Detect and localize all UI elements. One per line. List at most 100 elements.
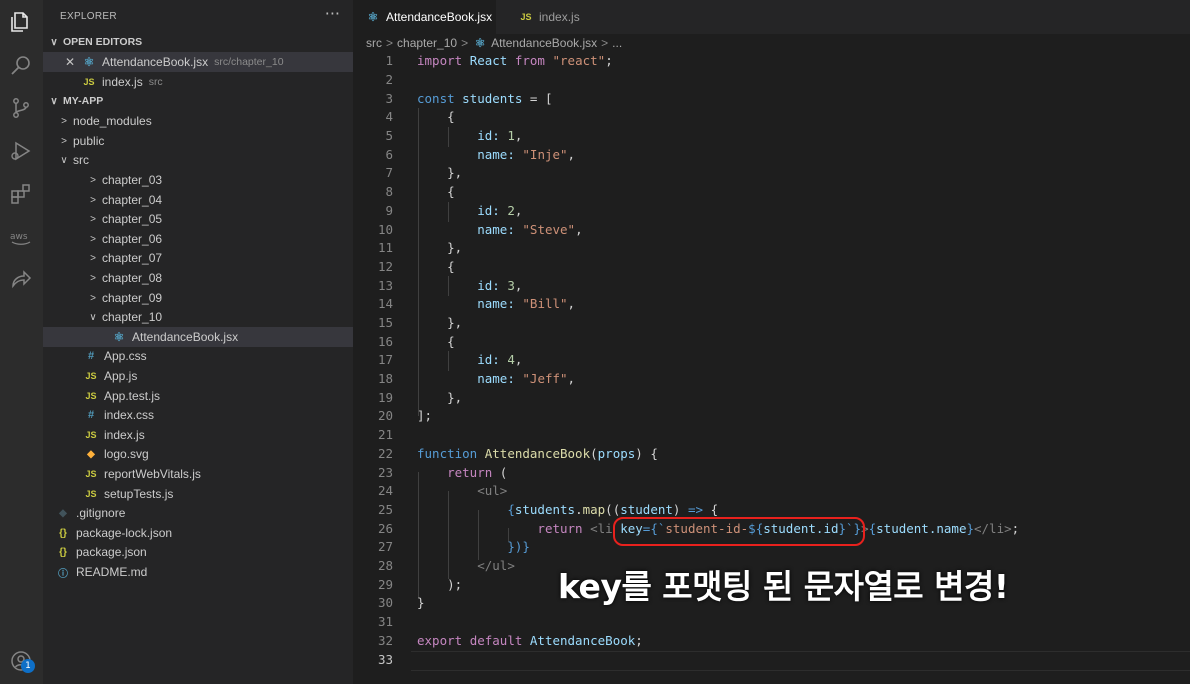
explorer-header: EXPLORER bbox=[60, 11, 117, 22]
chevron-right-icon: > bbox=[461, 36, 469, 50]
explorer-icon[interactable] bbox=[8, 9, 34, 35]
line-number: 15 bbox=[377, 315, 393, 330]
line-number: 17 bbox=[377, 352, 393, 367]
code-line: name: "Steve", bbox=[477, 222, 583, 237]
tree-folder[interactable]: ∨ src bbox=[43, 150, 353, 170]
breadcrumb-item[interactable]: ... bbox=[612, 36, 622, 50]
tree-label: src bbox=[73, 153, 89, 167]
chevron-right-icon: > bbox=[90, 174, 96, 186]
current-line-highlight bbox=[411, 651, 1190, 671]
code-line: import React from "react"; bbox=[417, 53, 613, 68]
breadcrumb-item[interactable]: src bbox=[366, 36, 382, 50]
tree-label: node_modules bbox=[73, 114, 152, 128]
open-editor-item[interactable]: JS index.js src bbox=[43, 72, 353, 92]
code-line: {students.map((student) => { bbox=[507, 502, 719, 517]
code-line: id: 4, bbox=[477, 352, 523, 367]
breadcrumb-item[interactable]: AttendanceBook.jsx bbox=[491, 36, 597, 50]
chevron-down-icon: ∨ bbox=[89, 311, 97, 323]
tree-file[interactable]: JS App.test.js bbox=[43, 386, 353, 406]
line-number: 25 bbox=[377, 502, 393, 517]
run-debug-icon[interactable] bbox=[8, 138, 34, 164]
open-editors-section[interactable]: ∨ OPEN EDITORS bbox=[43, 32, 353, 52]
js-file-icon: JS bbox=[520, 12, 532, 22]
breadcrumb-item[interactable]: chapter_10 bbox=[397, 36, 457, 50]
line-number: 32 bbox=[377, 633, 393, 648]
svg-text:aws: aws bbox=[10, 232, 28, 242]
tree-folder[interactable]: > node_modules bbox=[43, 111, 353, 131]
tree-file[interactable]: JS reportWebVitals.js bbox=[43, 464, 353, 484]
line-number: 24 bbox=[377, 483, 393, 498]
tree-file[interactable]: # index.css bbox=[43, 405, 353, 425]
css-file-icon: # bbox=[87, 350, 95, 362]
js-file-icon: JS bbox=[85, 430, 97, 440]
tree-folder[interactable]: ∨ chapter_10 bbox=[43, 307, 353, 327]
line-number: 19 bbox=[377, 390, 393, 405]
tree-file[interactable]: ⓘ README.md bbox=[43, 562, 353, 582]
code-line: id: 2, bbox=[477, 203, 523, 218]
aws-icon[interactable]: aws bbox=[8, 224, 34, 250]
tree-label: chapter_10 bbox=[102, 310, 163, 324]
tree-file[interactable]: {} package.json bbox=[43, 542, 353, 562]
tree-file[interactable]: ⚛ AttendanceBook.jsx bbox=[43, 327, 353, 347]
tab-label: AttendanceBook.jsx bbox=[386, 10, 493, 24]
tree-folder[interactable]: > chapter_09 bbox=[43, 288, 353, 308]
tree-folder[interactable]: > chapter_06 bbox=[43, 229, 353, 249]
code-line: id: 3, bbox=[477, 278, 523, 293]
tree-folder[interactable]: > chapter_08 bbox=[43, 268, 353, 288]
tree-folder[interactable]: > chapter_04 bbox=[43, 190, 353, 210]
tree-file[interactable]: ◆ .gitignore bbox=[43, 503, 353, 523]
line-number: 21 bbox=[377, 427, 393, 442]
line-number: 29 bbox=[377, 577, 393, 592]
git-file-icon: ◆ bbox=[59, 507, 67, 519]
tree-label: App.js bbox=[104, 369, 138, 383]
tree-folder[interactable]: > chapter_05 bbox=[43, 209, 353, 229]
code-line: }, bbox=[447, 315, 463, 330]
tree-label: public bbox=[73, 134, 105, 148]
tree-folder[interactable]: > chapter_03 bbox=[43, 170, 353, 190]
tab-index-js[interactable]: JS index.js bbox=[506, 0, 616, 34]
tree-file[interactable]: # App.css bbox=[43, 346, 353, 366]
tree-file[interactable]: {} package-lock.json bbox=[43, 523, 353, 543]
line-number: 5 bbox=[385, 128, 393, 143]
chevron-right-icon: > bbox=[386, 36, 394, 50]
code-line: }, bbox=[447, 240, 463, 255]
search-icon[interactable] bbox=[8, 52, 34, 78]
react-file-icon: ⚛ bbox=[83, 55, 95, 69]
tree-file[interactable]: ◆ logo.svg bbox=[43, 444, 353, 464]
line-number: 28 bbox=[377, 558, 393, 573]
close-icon[interactable]: ✕ bbox=[63, 55, 77, 69]
js-file-icon: JS bbox=[85, 371, 97, 381]
line-number: 33 bbox=[377, 652, 393, 667]
chevron-right-icon: > bbox=[90, 272, 96, 284]
annotation-caption: key를 포맷팅 된 문자열로 변경! bbox=[558, 567, 1009, 606]
tab-attendancebook[interactable]: ⚛ AttendanceBook.jsx bbox=[353, 0, 496, 34]
section-title: MY-APP bbox=[63, 95, 104, 107]
chevron-right-icon: > bbox=[61, 135, 67, 147]
react-file-icon: ⚛ bbox=[367, 10, 379, 24]
open-editor-path: src bbox=[148, 76, 163, 88]
line-number: 10 bbox=[377, 222, 393, 237]
line-number: 2 bbox=[385, 72, 393, 87]
source-control-icon[interactable] bbox=[8, 95, 34, 121]
line-number: 12 bbox=[377, 259, 393, 274]
code-line: name: "Bill", bbox=[477, 296, 576, 311]
live-share-icon[interactable] bbox=[8, 267, 34, 293]
tree-folder[interactable]: > chapter_07 bbox=[43, 248, 353, 268]
js-file-icon: JS bbox=[85, 391, 97, 401]
tree-folder[interactable]: > public bbox=[43, 131, 353, 151]
line-number: 18 bbox=[377, 371, 393, 386]
tree-file[interactable]: JS setupTests.js bbox=[43, 484, 353, 504]
activity-bar: aws 1 bbox=[0, 0, 43, 684]
tree-label: chapter_07 bbox=[102, 251, 163, 265]
more-actions-icon[interactable]: ··· bbox=[325, 4, 340, 23]
tree-label: package.json bbox=[76, 545, 147, 559]
tree-label: chapter_05 bbox=[102, 212, 163, 226]
open-editor-item[interactable]: ✕ ⚛ AttendanceBook.jsx src/chapter_10 bbox=[43, 52, 353, 72]
tree-file[interactable]: JS index.js bbox=[43, 425, 353, 445]
code-line: })} bbox=[507, 539, 530, 554]
extensions-icon[interactable] bbox=[8, 181, 34, 207]
tree-file[interactable]: JS App.js bbox=[43, 366, 353, 386]
open-editor-path: src/chapter_10 bbox=[214, 56, 284, 68]
project-section[interactable]: ∨ MY-APP bbox=[43, 91, 353, 111]
code-line: return ( bbox=[447, 465, 508, 480]
